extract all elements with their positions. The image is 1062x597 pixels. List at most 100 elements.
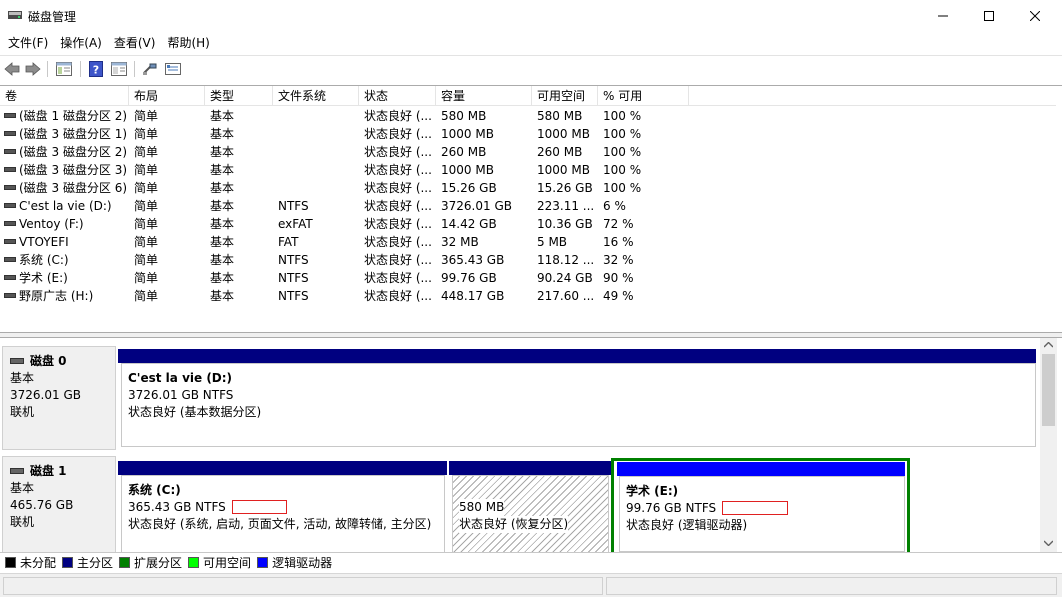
table-row[interactable]: Ventoy (F:) 简单 基本 exFAT 状态良好 (... 14.42 GB 10.… xyxy=(0,215,1056,233)
column-header-percent-free[interactable]: % 可用 xyxy=(598,86,689,106)
table-cell: 15.26 GB xyxy=(532,179,598,197)
table-row[interactable]: C'est la vie (D:) 简单 基本 NTFS 状态良好 (... 3726.0… xyxy=(0,197,1056,215)
scroll-up-icon[interactable] xyxy=(1044,342,1053,348)
menu-view[interactable]: 查看(V) xyxy=(108,33,162,53)
table-row[interactable]: (磁盘 3 磁盘分区 1) 简单 基本 状态良好 (... 1000 MB 1000 MB… xyxy=(0,125,1056,143)
table-cell: 448.17 GB xyxy=(436,287,532,305)
legend-swatch xyxy=(257,557,269,568)
table-cell: 100 % xyxy=(598,143,689,161)
cell-text: 260 MB xyxy=(441,145,487,159)
table-cell: 90.24 GB xyxy=(532,269,598,287)
show-console-tree-button[interactable] xyxy=(55,60,73,78)
column-header-layout[interactable]: 布局 xyxy=(129,86,205,106)
table-cell: 260 MB xyxy=(436,143,532,161)
extended-partition: 学术 (E:) 99.76 GB NTFS 状态良好 (逻辑驱动器) xyxy=(611,458,910,552)
cell-text: 100 % xyxy=(603,181,642,195)
table-cell: 状态良好 (... xyxy=(359,107,436,125)
column-header-filesystem[interactable]: 文件系统 xyxy=(273,86,359,106)
partition-e-size: 99.76 GB NTFS xyxy=(626,501,717,515)
cell-text: 状态良好 (... xyxy=(364,235,432,249)
table-row[interactable]: (磁盘 3 磁盘分区 6) 简单 基本 状态良好 (... 15.26 GB 15.26 … xyxy=(0,179,1056,197)
volume-icon xyxy=(4,257,16,262)
column-header-capacity[interactable]: 容量 xyxy=(436,86,532,106)
cell-text: 简单 xyxy=(134,127,159,141)
volume-icon xyxy=(4,203,16,208)
help-icon: ? xyxy=(89,61,103,77)
table-row[interactable]: 野原广志 (H:) 简单 基本 NTFS 状态良好 (... 448.17 GB 217.6… xyxy=(0,287,1056,305)
table-cell: 基本 xyxy=(205,107,273,125)
forward-button[interactable] xyxy=(24,60,42,78)
table-row[interactable]: (磁盘 3 磁盘分区 3) 简单 基本 状态良好 (... 1000 MB 1000 MB… xyxy=(0,161,1056,179)
table-cell: 简单 xyxy=(129,251,205,269)
partition-recovery[interactable]: 580 MB 状态良好 (恢复分区) xyxy=(449,461,611,552)
minimize-button[interactable] xyxy=(920,0,966,32)
close-button[interactable] xyxy=(1012,0,1058,32)
disk-1-label[interactable]: 磁盘 1 基本 465.76 GB 联机 xyxy=(2,456,116,552)
table-row[interactable]: (磁盘 1 磁盘分区 2) 简单 基本 状态良好 (... 580 MB 580 MB 10… xyxy=(0,107,1056,125)
disk-1-name: 磁盘 1 xyxy=(30,464,67,478)
table-cell: 状态良好 (... xyxy=(359,197,436,215)
table-cell: 90 % xyxy=(598,269,689,287)
table-row[interactable]: 学术 (E:) 简单 基本 NTFS 状态良好 (... 99.76 GB 90.24 GB… xyxy=(0,269,1056,287)
cell-text: 基本 xyxy=(210,235,235,249)
cell-text: 基本 xyxy=(210,109,235,123)
toolbar-separator xyxy=(134,61,135,77)
cell-text: 1000 MB xyxy=(537,163,590,177)
table-cell: 5 MB xyxy=(532,233,598,251)
cell-text: 状态良好 (... xyxy=(364,145,432,159)
cell-text: 系统 (C:) xyxy=(19,253,69,267)
scrollbar-thumb[interactable] xyxy=(1042,354,1055,426)
cell-text: 状态良好 (... xyxy=(364,181,432,195)
cell-text: 简单 xyxy=(134,253,159,267)
settings-button[interactable] xyxy=(164,60,182,78)
partition-d[interactable]: C'est la vie (D:) 3726.01 GB NTFS 状态良好 (… xyxy=(118,349,1036,447)
table-cell: 100 % xyxy=(598,107,689,125)
volume-icon xyxy=(4,239,16,244)
table-cell: 基本 xyxy=(205,233,273,251)
cell-text: 基本 xyxy=(210,163,235,177)
redaction-box xyxy=(722,500,789,515)
partition-c-bar xyxy=(118,461,447,475)
column-header-volume[interactable]: 卷 xyxy=(0,86,129,106)
partition-d-status: 状态良好 (基本数据分区) xyxy=(128,405,262,419)
column-header-status[interactable]: 状态 xyxy=(359,86,436,106)
table-cell: (磁盘 1 磁盘分区 2) xyxy=(0,107,129,125)
properties-button[interactable] xyxy=(110,60,128,78)
volume-list: 卷 布局 类型 文件系统 状态 容量 可用空间 % 可用 (磁盘 1 磁盘分区 … xyxy=(0,85,1062,332)
column-header-type[interactable]: 类型 xyxy=(205,86,273,106)
menu-help[interactable]: 帮助(H) xyxy=(161,33,215,53)
cell-text: 448.17 GB xyxy=(441,289,505,303)
toolbar-separator xyxy=(47,61,48,77)
table-row[interactable]: 系统 (C:) 简单 基本 NTFS 状态良好 (... 365.43 GB 118.12 … xyxy=(0,251,1056,269)
menu-action[interactable]: 操作(A) xyxy=(54,33,108,53)
partition-c[interactable]: 系统 (C:) 365.43 GB NTFS 状态良好 (系统, 启动, 页面文… xyxy=(118,461,447,552)
disk-0-label[interactable]: 磁盘 0 基本 3726.01 GB 联机 xyxy=(2,346,116,450)
connect-button[interactable] xyxy=(141,60,159,78)
menu-file[interactable]: 文件(F) xyxy=(2,33,54,53)
table-cell: 72 % xyxy=(598,215,689,233)
vertical-scrollbar[interactable] xyxy=(1040,338,1057,552)
table-cell: 16 % xyxy=(598,233,689,251)
table-row[interactable]: VTOYEFI 简单 基本 FAT 状态良好 (... 32 MB 5 MB 16 % xyxy=(0,233,1056,251)
cell-text: 简单 xyxy=(134,289,159,303)
table-cell: 32 % xyxy=(598,251,689,269)
title-bar: 磁盘管理 xyxy=(0,0,1062,32)
column-header-free-space[interactable]: 可用空间 xyxy=(532,86,598,106)
scroll-down-icon[interactable] xyxy=(1044,540,1053,546)
table-cell: 基本 xyxy=(205,251,273,269)
partition-e[interactable]: 学术 (E:) 99.76 GB NTFS 状态良好 (逻辑驱动器) xyxy=(617,462,905,552)
table-cell xyxy=(273,125,359,143)
cell-text: 状态良好 (... xyxy=(364,163,432,177)
table-row[interactable]: (磁盘 3 磁盘分区 2) 简单 基本 状态良好 (... 260 MB 260 MB 10… xyxy=(0,143,1056,161)
cell-text: 简单 xyxy=(134,163,159,177)
back-button[interactable] xyxy=(3,60,21,78)
table-cell: 基本 xyxy=(205,197,273,215)
table-cell: FAT xyxy=(273,233,359,251)
cell-text: 16 % xyxy=(603,235,634,249)
table-cell xyxy=(273,107,359,125)
table-cell: 118.12 ... xyxy=(532,251,598,269)
disk-1-type: 基本 xyxy=(10,481,35,495)
cell-text: 基本 xyxy=(210,253,235,267)
help-button[interactable]: ? xyxy=(87,60,105,78)
maximize-button[interactable] xyxy=(966,0,1012,32)
